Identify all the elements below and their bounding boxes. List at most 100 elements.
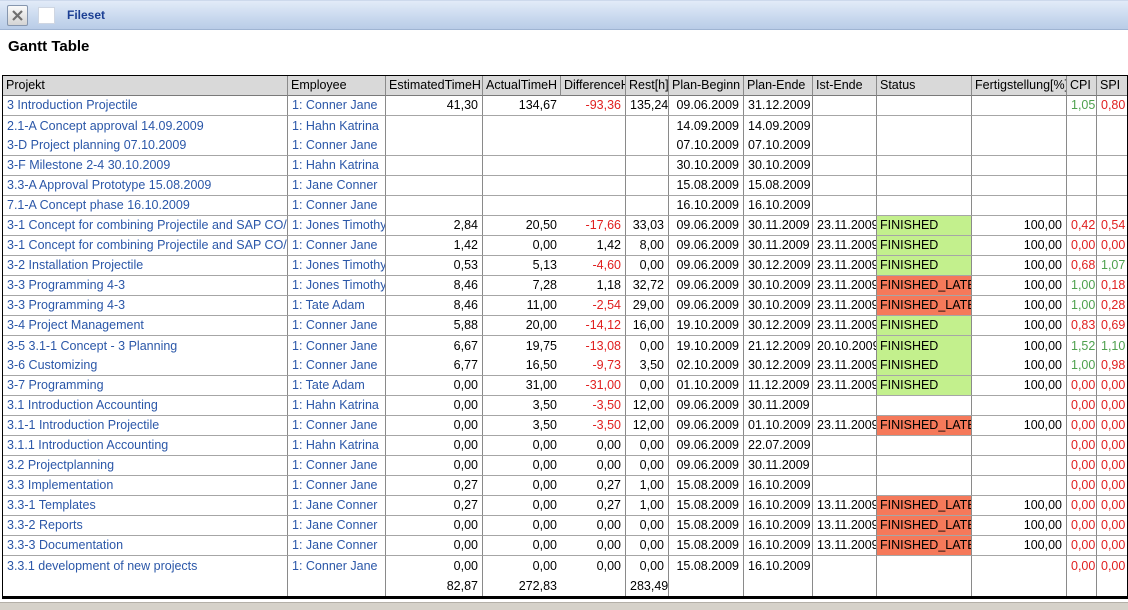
employee-link[interactable]: 1: Jane Conner: [288, 496, 386, 516]
projekt-link[interactable]: 3-6 Customizing: [3, 356, 288, 376]
cell-status: FINISHED: [877, 256, 972, 276]
cell-diff: -14,12: [561, 316, 626, 336]
close-button[interactable]: [7, 5, 28, 26]
cell-act: 16,50: [483, 356, 561, 376]
totals-cell-employee: [288, 576, 386, 596]
projekt-link[interactable]: 3-7 Programming: [3, 376, 288, 396]
projekt-link[interactable]: 3-1 Concept for combining Projectile and…: [3, 216, 288, 236]
cell-rest: 1,00: [626, 496, 669, 516]
projekt-link[interactable]: 3.1 Introduction Accounting: [3, 396, 288, 416]
cell-plan_ende: 30.12.2009: [744, 356, 813, 376]
employee-link[interactable]: 1: Hahn Katrina: [288, 116, 386, 136]
employee-link[interactable]: 1: Conner Jane: [288, 556, 386, 576]
table-row: 3-4 Project Management1: Conner Jane5,88…: [3, 316, 1127, 336]
cell-act: [483, 116, 561, 136]
employee-link[interactable]: 1: Conner Jane: [288, 356, 386, 376]
projekt-link[interactable]: 3-D Project planning 07.10.2009: [3, 136, 288, 156]
employee-link[interactable]: 1: Jane Conner: [288, 516, 386, 536]
cell-plan_ende: 16.10.2009: [744, 516, 813, 536]
cell-rest: [626, 136, 669, 156]
cell-status: FINISHED: [877, 336, 972, 356]
employee-link[interactable]: 1: Conner Jane: [288, 196, 386, 216]
cell-act: 0,00: [483, 536, 561, 556]
cell-act: 19,75: [483, 336, 561, 356]
cell-fert: [972, 156, 1067, 176]
employee-link[interactable]: 1: Conner Jane: [288, 476, 386, 496]
employee-link[interactable]: 1: Hahn Katrina: [288, 156, 386, 176]
cell-rest: [626, 116, 669, 136]
employee-link[interactable]: 1: Jane Conner: [288, 536, 386, 556]
cell-spi: 0,00: [1097, 376, 1127, 396]
projekt-link[interactable]: 3.3-A Approval Prototype 15.08.2009: [3, 176, 288, 196]
cell-ist_ende: [813, 196, 877, 216]
projekt-link[interactable]: 3.1-1 Introduction Projectile: [3, 416, 288, 436]
projekt-link[interactable]: 3.1.1 Introduction Accounting: [3, 436, 288, 456]
totals-cell-rest: 283,49: [626, 576, 669, 596]
employee-link[interactable]: 1: Conner Jane: [288, 456, 386, 476]
cell-rest: 32,72: [626, 276, 669, 296]
cell-plan_beginn: 19.10.2009: [669, 336, 744, 356]
cell-plan_ende: 30.12.2009: [744, 316, 813, 336]
cell-act: 134,67: [483, 96, 561, 116]
cell-cpi: 1,00: [1067, 296, 1097, 316]
cell-est: 2,84: [386, 216, 483, 236]
cell-diff: -93,36: [561, 96, 626, 116]
employee-link[interactable]: 1: Conner Jane: [288, 96, 386, 116]
employee-link[interactable]: 1: Jones Timothy: [288, 256, 386, 276]
employee-link[interactable]: 1: Conner Jane: [288, 336, 386, 356]
checkbox[interactable]: [38, 7, 55, 24]
projekt-link[interactable]: 3-1 Concept for combining Projectile and…: [3, 236, 288, 256]
projekt-link[interactable]: 3.3.1 development of new projects: [3, 556, 288, 576]
projekt-link[interactable]: 3.3-1 Templates: [3, 496, 288, 516]
employee-link[interactable]: 1: Conner Jane: [288, 136, 386, 156]
cell-ist_ende: 23.11.2009: [813, 376, 877, 396]
cell-plan_beginn: 09.06.2009: [669, 436, 744, 456]
employee-link[interactable]: 1: Tate Adam: [288, 376, 386, 396]
projekt-link[interactable]: 3-F Milestone 2-4 30.10.2009: [3, 156, 288, 176]
cell-act: [483, 176, 561, 196]
table-row: 3.1.1 Introduction Accounting1: Hahn Kat…: [3, 436, 1127, 456]
employee-link[interactable]: 1: Conner Jane: [288, 416, 386, 436]
cell-ist_ende: [813, 116, 877, 136]
projekt-link[interactable]: 7.1-A Concept phase 16.10.2009: [3, 196, 288, 216]
projekt-link[interactable]: 3.3-3 Documentation: [3, 536, 288, 556]
cell-plan_ende: 30.12.2009: [744, 256, 813, 276]
cell-plan_beginn: 19.10.2009: [669, 316, 744, 336]
projekt-link[interactable]: 3-3 Programming 4-3: [3, 276, 288, 296]
fileset-tab-label[interactable]: Fileset: [67, 8, 105, 22]
projekt-link[interactable]: 3.3-2 Reports: [3, 516, 288, 536]
cell-cpi: [1067, 136, 1097, 156]
cell-cpi: 0,00: [1067, 236, 1097, 256]
cell-fert: 100,00: [972, 276, 1067, 296]
employee-link[interactable]: 1: Conner Jane: [288, 316, 386, 336]
projekt-link[interactable]: 3.3 Implementation: [3, 476, 288, 496]
cell-fert: [972, 176, 1067, 196]
projekt-link[interactable]: 3 Introduction Projectile: [3, 96, 288, 116]
cell-est: 5,88: [386, 316, 483, 336]
cell-plan_ende: 30.11.2009: [744, 396, 813, 416]
totals-cell-cpi: [1067, 576, 1097, 596]
cell-est: [386, 196, 483, 216]
cell-plan_beginn: 30.10.2009: [669, 156, 744, 176]
employee-link[interactable]: 1: Conner Jane: [288, 236, 386, 256]
employee-link[interactable]: 1: Jones Timothy: [288, 216, 386, 236]
employee-link[interactable]: 1: Jane Conner: [288, 176, 386, 196]
employee-link[interactable]: 1: Hahn Katrina: [288, 396, 386, 416]
cell-fert: [972, 476, 1067, 496]
employee-link[interactable]: 1: Tate Adam: [288, 296, 386, 316]
projekt-link[interactable]: 3-2 Installation Projectile: [3, 256, 288, 276]
cell-est: [386, 136, 483, 156]
employee-link[interactable]: 1: Hahn Katrina: [288, 436, 386, 456]
projekt-link[interactable]: 2.1-A Concept approval 14.09.2009: [3, 116, 288, 136]
col-header-est: EstimatedTimeH: [386, 76, 483, 96]
cell-act: 20,00: [483, 316, 561, 336]
cell-rest: 33,03: [626, 216, 669, 236]
cell-diff: -17,66: [561, 216, 626, 236]
cell-status: [877, 116, 972, 136]
projekt-link[interactable]: 3-3 Programming 4-3: [3, 296, 288, 316]
projekt-link[interactable]: 3.2 Projectplanning: [3, 456, 288, 476]
projekt-link[interactable]: 3-4 Project Management: [3, 316, 288, 336]
employee-link[interactable]: 1: Jones Timothy: [288, 276, 386, 296]
projekt-link[interactable]: 3-5 3.1-1 Concept - 3 Planning: [3, 336, 288, 356]
cell-diff: [561, 196, 626, 216]
